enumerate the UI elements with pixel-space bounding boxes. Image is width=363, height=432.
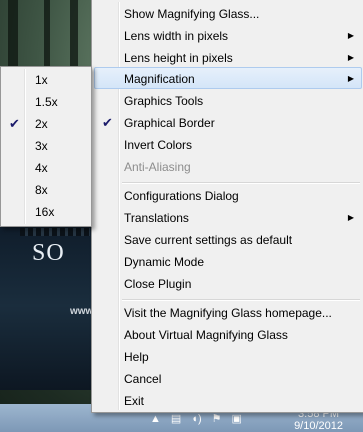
menu-item-help[interactable]: Help xyxy=(94,346,362,368)
menu-item-label: Help xyxy=(124,350,149,364)
menu-item-label: Configurations Dialog xyxy=(124,189,239,203)
menu-item-label: 4x xyxy=(35,161,48,175)
display-icon[interactable]: ▣ xyxy=(231,412,241,426)
menu-item-label: 1.5x xyxy=(35,95,58,109)
menu-item-label: 1x xyxy=(35,73,48,87)
menu-item-label: Graphical Border xyxy=(124,116,215,130)
menu-item-label: Translations xyxy=(124,211,189,225)
menu-item-exit[interactable]: Exit xyxy=(94,390,362,412)
menu-item-magnification[interactable]: Magnification ▶ xyxy=(94,67,362,89)
menu-item-label: Magnification xyxy=(124,72,195,86)
menu-item-label: Save current settings as default xyxy=(124,233,293,247)
submenu-item-4x[interactable]: 4x xyxy=(3,157,89,179)
menu-item-label: 8x xyxy=(35,183,48,197)
menu-item-graphical-border[interactable]: ✔ Graphical Border xyxy=(94,112,362,134)
clock-date: 9/10/2012 xyxy=(294,420,343,432)
menu-item-about[interactable]: About Virtual Magnifying Glass xyxy=(94,324,362,346)
submenu-item-3x[interactable]: 3x xyxy=(3,135,89,157)
submenu-item-16x[interactable]: 16x xyxy=(3,201,89,223)
menu-item-close-plugin[interactable]: Close Plugin xyxy=(94,273,362,295)
magnification-submenu: 1x 1.5x ✔ 2x 3x 4x 8x 16x xyxy=(0,66,92,227)
menu-item-label: Close Plugin xyxy=(124,277,192,291)
menu-item-label: About Virtual Magnifying Glass xyxy=(124,328,288,342)
submenu-item-1x[interactable]: 1x xyxy=(3,69,89,91)
menu-item-label: Exit xyxy=(124,394,145,408)
system-tray: ▲ ▤ ◖) ⚑ ▣ xyxy=(150,412,242,426)
volume-icon[interactable]: ◖) xyxy=(191,412,201,426)
menu-item-configurations-dialog[interactable]: Configurations Dialog xyxy=(94,185,362,207)
menu-item-anti-aliasing: Anti-Aliasing xyxy=(94,156,362,178)
menu-item-lens-width[interactable]: Lens width in pixels ▶ xyxy=(94,25,362,47)
menu-item-label: Anti-Aliasing xyxy=(124,160,191,174)
submenu-arrow-icon: ▶ xyxy=(347,213,354,222)
menu-item-save-settings-default[interactable]: Save current settings as default xyxy=(94,229,362,251)
menu-item-label: Graphics Tools xyxy=(124,94,204,108)
submenu-item-8x[interactable]: 8x xyxy=(3,179,89,201)
network-icon[interactable]: ▤ xyxy=(171,412,181,426)
banner-logo-text: SO xyxy=(32,240,65,266)
menu-item-label: Show Magnifying Glass... xyxy=(124,7,260,21)
submenu-arrow-icon: ▶ xyxy=(347,31,354,40)
show-hidden-icons-icon[interactable]: ▲ xyxy=(150,412,161,426)
menu-item-label: 16x xyxy=(35,205,55,219)
menu-item-label: Dynamic Mode xyxy=(124,255,205,269)
menu-item-lens-height[interactable]: Lens height in pixels ▶ xyxy=(94,47,362,69)
menu-item-label: 3x xyxy=(35,139,48,153)
submenu-item-1-5x[interactable]: 1.5x xyxy=(3,91,89,113)
action-center-flag-icon[interactable]: ⚑ xyxy=(212,412,222,426)
menu-item-show-magnifying-glass[interactable]: Show Magnifying Glass... xyxy=(94,3,362,25)
menu-item-graphics-tools[interactable]: Graphics Tools xyxy=(94,90,362,112)
menu-item-label: Cancel xyxy=(124,372,162,386)
context-menu: Show Magnifying Glass... Lens width in p… xyxy=(91,0,363,413)
menu-item-label: Visit the Magnifying Glass homepage... xyxy=(124,306,332,320)
checkmark-icon: ✔ xyxy=(102,115,113,130)
menu-item-label: Lens width in pixels xyxy=(124,29,229,43)
menu-item-dynamic-mode[interactable]: Dynamic Mode xyxy=(94,251,362,273)
menu-separator xyxy=(122,299,360,301)
submenu-item-2x[interactable]: ✔ 2x xyxy=(3,113,89,135)
menu-item-cancel[interactable]: Cancel xyxy=(94,368,362,390)
film-strip-graphic xyxy=(20,228,90,236)
submenu-arrow-icon: ▶ xyxy=(347,74,354,83)
menu-item-label: 2x xyxy=(35,117,48,131)
menu-item-invert-colors[interactable]: Invert Colors xyxy=(94,134,362,156)
menu-item-translations[interactable]: Translations ▶ xyxy=(94,207,362,229)
submenu-arrow-icon: ▶ xyxy=(347,53,354,62)
menu-item-label: Invert Colors xyxy=(124,138,193,152)
menu-separator xyxy=(122,182,360,184)
checkmark-icon: ✔ xyxy=(9,116,20,131)
menu-item-label: Lens height in pixels xyxy=(124,51,233,65)
menu-item-visit-homepage[interactable]: Visit the Magnifying Glass homepage... xyxy=(94,302,362,324)
